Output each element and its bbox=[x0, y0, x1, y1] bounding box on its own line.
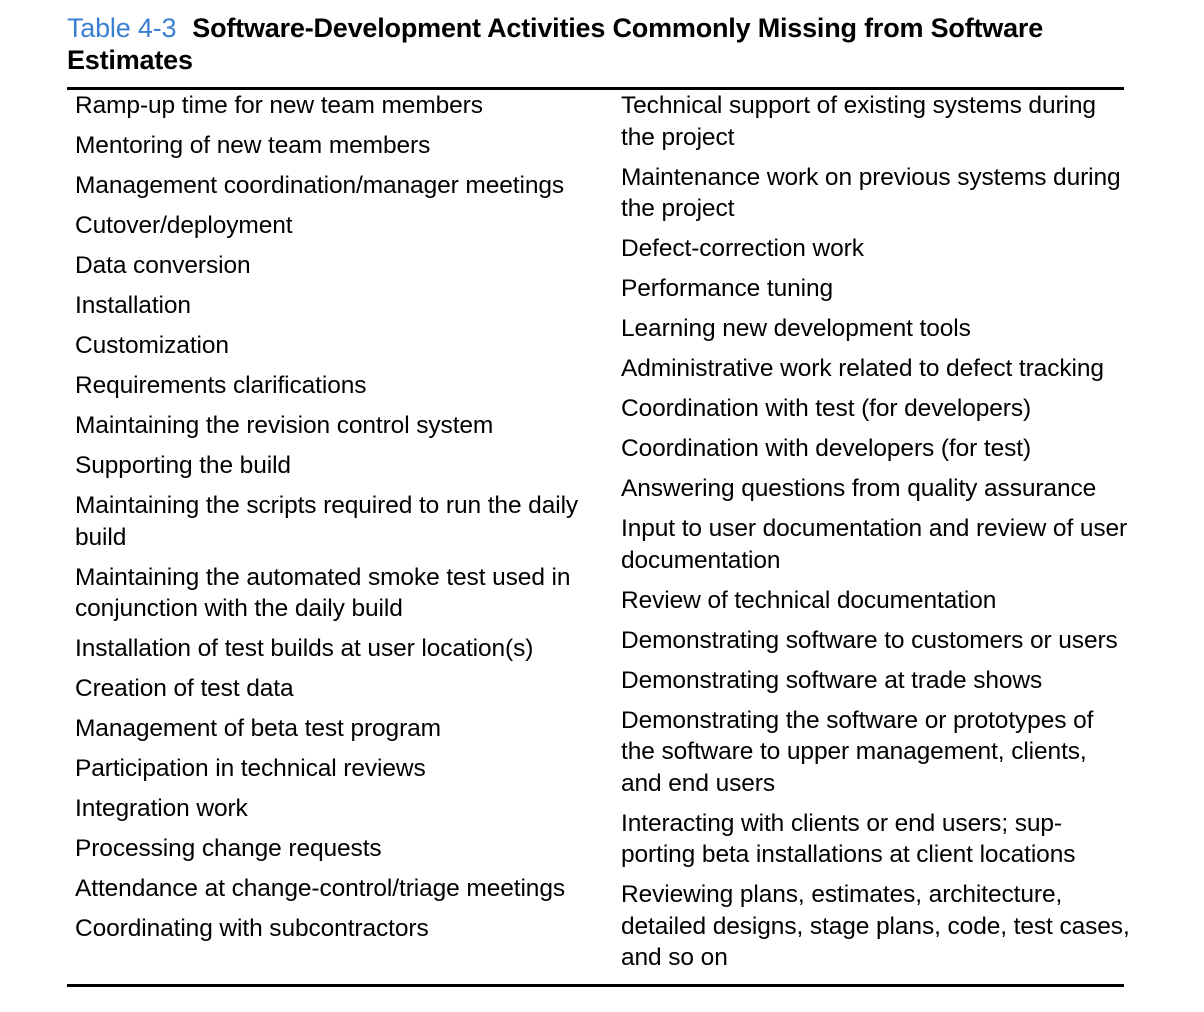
table-cell: Learning new development tools bbox=[621, 315, 971, 342]
table-cell: Interacting with clients or end users; s… bbox=[621, 809, 1076, 869]
table-cell: Coordination with test (for developers) bbox=[621, 395, 1032, 422]
table-right-column: Technical support of existing systems du… bbox=[621, 90, 1131, 982]
table-cell: Answering questions from quality assuran… bbox=[621, 475, 1097, 502]
table-cell: Installation of test builds at user loca… bbox=[75, 635, 534, 662]
table-bottom-rule bbox=[67, 984, 1124, 987]
document-page: Table 4-3 Software-Development Activities… bbox=[0, 0, 1204, 1012]
table-cell: Participation in technical reviews bbox=[75, 755, 426, 782]
table-cell: Administrative work related to defect tr… bbox=[621, 355, 1104, 382]
table-left-column: Ramp-up time for new team members Mentori… bbox=[75, 90, 610, 953]
table-caption: Table 4-3 Software-Development Activities… bbox=[67, 12, 1147, 76]
table-cell: Maintenance work on previous systems dur… bbox=[621, 163, 1121, 223]
table-cell: Technical support of existing systems du… bbox=[621, 92, 1096, 151]
table-cell: Coordinating with subcontractors bbox=[75, 915, 429, 942]
table-cell: Creation of test data bbox=[75, 675, 294, 702]
table-cell: Coordination with developers (for test) bbox=[621, 435, 1032, 462]
table-cell: Data conversion bbox=[75, 252, 251, 279]
table-title: Software-Development Activities Commonly… bbox=[67, 13, 1044, 75]
table-cell: Supporting the build bbox=[75, 452, 291, 479]
table-cell: Attendance at change-control/triage meet… bbox=[75, 875, 565, 902]
table-cell: Cutover/deployment bbox=[75, 212, 293, 239]
table-cell: Processing change requests bbox=[75, 835, 382, 862]
table-cell: Input to user documentation and review o… bbox=[621, 515, 1128, 574]
table-cell: Ramp-up time for new team members bbox=[75, 92, 483, 119]
table-cell: Installation bbox=[75, 292, 191, 319]
table-cell: Management coordination/manager meetings bbox=[75, 172, 565, 199]
table-cell: Demonstrating software to customers or u… bbox=[621, 626, 1118, 654]
table-cell: Integration work bbox=[75, 795, 248, 822]
table-label: Table 4-3 bbox=[67, 13, 177, 43]
table-cell: Management of beta test program bbox=[75, 715, 441, 742]
table-cell: Demonstrating software at trade shows bbox=[621, 666, 1043, 694]
table-cell: Reviewing plans, estimates, architecture… bbox=[621, 881, 1130, 971]
table-cell: Review of technical documentation bbox=[621, 586, 997, 614]
table-cell: Maintaining the automated smoke test use… bbox=[75, 563, 571, 623]
table-cell: Defect-correction work bbox=[621, 235, 864, 262]
table-cell: Maintaining the revision control system bbox=[75, 412, 494, 439]
table-cell: Maintaining the scripts required to run … bbox=[75, 492, 579, 551]
table-cell: Performance tuning bbox=[621, 275, 834, 302]
table-cell: Demonstrating the software or prototypes… bbox=[621, 706, 1094, 797]
table-cell: Mentoring of new team members bbox=[75, 132, 431, 159]
table-cell: Customization bbox=[75, 332, 229, 359]
table-cell: Requirements clarifications bbox=[75, 372, 367, 399]
